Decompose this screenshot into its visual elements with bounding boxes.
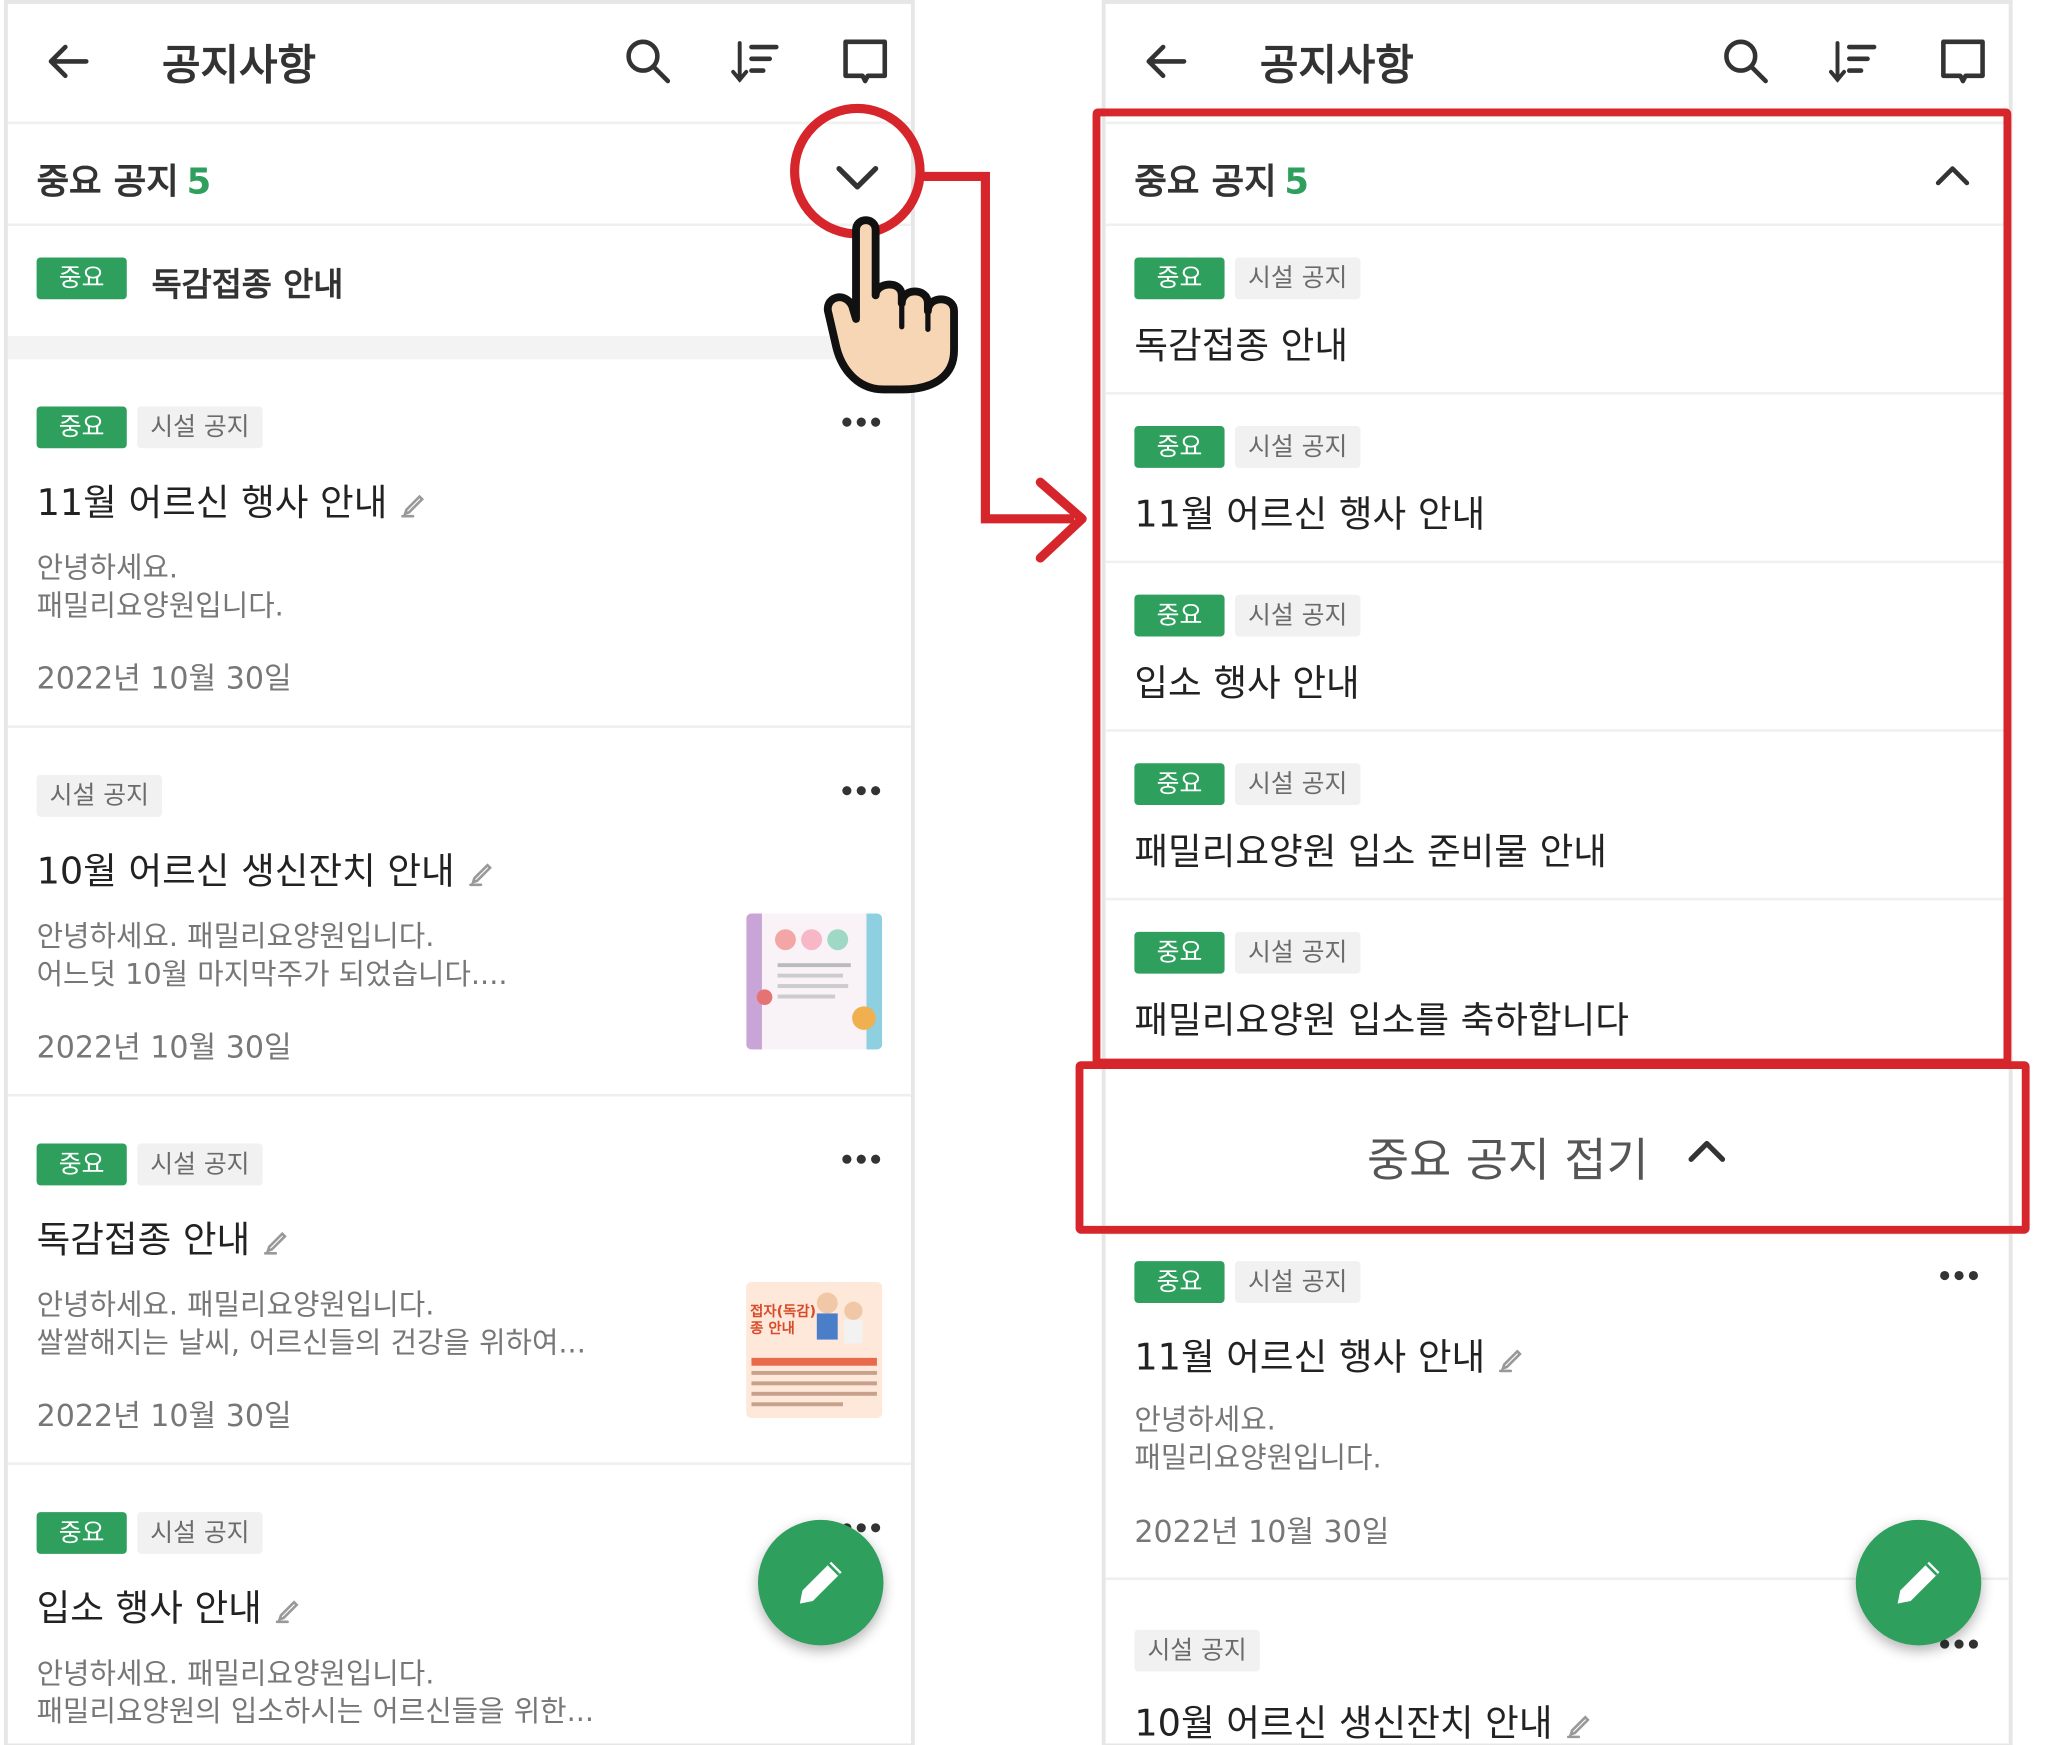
post-body: 안녕하세요. 패밀리요양원입니다. 패밀리요양원의 입소하시는 어르신들을 위한…: [36, 1658, 595, 1730]
page-title: 공지사항: [1259, 40, 1414, 91]
edited-pen-icon: [264, 1231, 288, 1255]
post-title: 독감접종 안내: [37, 1211, 292, 1263]
flow-arrow-head: [1035, 477, 1087, 563]
back-arrow-icon[interactable]: [42, 35, 94, 87]
pencil-icon: [1897, 1561, 1940, 1604]
post-date: 2022년 10월 30일: [36, 1399, 292, 1434]
more-icon[interactable]: [840, 1153, 882, 1166]
left-screen: 공지사항 중요 공지 5 중요 독감접종 안내 중요 시설 공지 11월 어르신 행…: [3, 0, 915, 1745]
post-body: 안녕하세요. 패밀리요양원입니다. 쌀쌀해지는 날씨, 어르신들의 건강을 위하…: [36, 1289, 586, 1361]
edited-pen-icon: [1566, 1715, 1590, 1739]
important-tag: 중요: [1134, 1261, 1225, 1303]
category-tag: 시설 공지: [1134, 1629, 1260, 1672]
category-tag: 시설 공지: [137, 1143, 263, 1186]
post-title: 10월 어르신 생신잔치 안내: [1134, 1695, 1594, 1743]
edited-pen-icon: [1499, 1349, 1523, 1373]
important-count: 5: [186, 162, 212, 203]
book-icon[interactable]: [1937, 35, 1989, 87]
post-title: 입소 행사 안내: [37, 1580, 304, 1632]
page-title: 공지사항: [162, 40, 316, 91]
more-icon[interactable]: [840, 416, 882, 429]
post-title: 10월 어르신 생신잔치 안내: [37, 843, 497, 895]
post-title: 11월 어르신 행사 안내: [1134, 1329, 1527, 1381]
edited-pen-icon: [469, 863, 492, 887]
sort-icon[interactable]: [729, 35, 781, 87]
expanded-list-highlight: [1092, 108, 2012, 1067]
post-thumbnail[interactable]: [746, 913, 883, 1050]
post-date: 2022년 10월 30일: [36, 1031, 292, 1066]
edited-pen-icon: [401, 494, 425, 518]
flu-poster-image: 접자(독감) 종 안내: [746, 1282, 883, 1418]
more-icon[interactable]: [1938, 1269, 1980, 1282]
write-post-button[interactable]: [1855, 1519, 1982, 1646]
collapse-button-highlight: [1075, 1061, 2030, 1234]
chevron-down-icon[interactable]: [834, 158, 881, 197]
app-bar: 공지사항: [7, 3, 911, 125]
category-tag: 시설 공지: [36, 774, 163, 817]
post-thumbnail[interactable]: 접자(독감) 종 안내: [746, 1282, 883, 1418]
edited-pen-icon: [276, 1600, 300, 1624]
category-tag: 시설 공지: [1234, 1261, 1361, 1303]
post-body: 안녕하세요. 패밀리요양원입니다.: [36, 552, 284, 624]
important-tag: 중요: [36, 1143, 127, 1186]
collapsed-item-title: 독감접종 안내: [151, 265, 344, 304]
post-item[interactable]: 중요 시설 공지 독감접종 안내 안녕하세요. 패밀리요양원입니다. 쌀쌀해지는 …: [7, 1096, 911, 1466]
section-divider: [7, 335, 911, 360]
post-body: 안녕하세요. 패밀리요양원입니다. 어느덧 10월 마지막주가 되었습니다...…: [36, 921, 508, 992]
post-item[interactable]: 중요 시설 공지 11월 어르신 행사 안내 안녕하세요. 패밀리요양원입니다. …: [1105, 1237, 2009, 1581]
post-item[interactable]: 중요 시설 공지 11월 어르신 행사 안내 안녕하세요. 패밀리요양원입니다. …: [7, 359, 911, 728]
app-bar: 공지사항: [1105, 3, 2009, 125]
write-post-button[interactable]: [758, 1519, 884, 1646]
sort-icon[interactable]: [1827, 35, 1879, 87]
search-icon[interactable]: [1720, 35, 1772, 87]
pencil-icon: [799, 1561, 842, 1604]
important-tag: 중요: [36, 1512, 127, 1554]
post-title: 11월 어르신 행사 안내: [37, 474, 430, 526]
more-icon[interactable]: [840, 784, 882, 797]
important-tag: 중요: [36, 406, 127, 449]
collapsed-important-item[interactable]: 중요 독감접종 안내: [7, 226, 911, 336]
important-section-label: 중요 공지 5: [36, 162, 212, 203]
post-date: 2022년 10월 30일: [1134, 1516, 1390, 1550]
search-icon[interactable]: [622, 35, 674, 87]
back-arrow-icon[interactable]: [1140, 35, 1192, 87]
category-tag: 시설 공지: [137, 406, 263, 449]
book-icon[interactable]: [839, 35, 891, 87]
flow-arrow-line: [922, 171, 1075, 524]
post-body: 안녕하세요. 패밀리요양원입니다.: [1134, 1404, 1382, 1476]
important-section-header[interactable]: 중요 공지 5: [7, 126, 911, 227]
post-item[interactable]: 시설 공지 10월 어르신 생신잔치 안내 안녕하세요. 패밀리요양원입니다. …: [7, 727, 911, 1097]
category-tag: 시설 공지: [137, 1512, 263, 1554]
important-tag: 중요: [36, 257, 127, 300]
post-date: 2022년 10월 30일: [36, 662, 292, 697]
birthday-poster-image: [746, 913, 883, 1050]
